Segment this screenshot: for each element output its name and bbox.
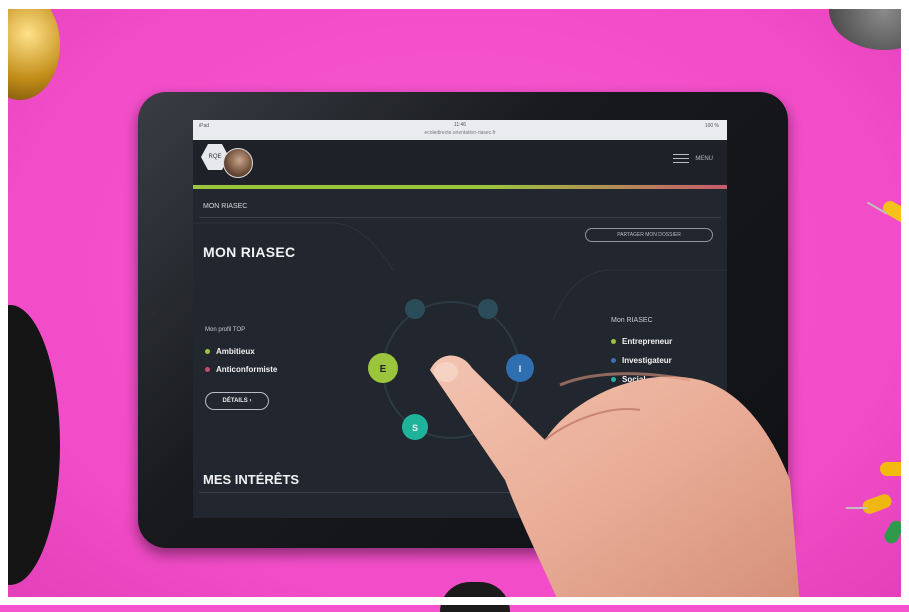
pointing-hand — [430, 355, 800, 605]
